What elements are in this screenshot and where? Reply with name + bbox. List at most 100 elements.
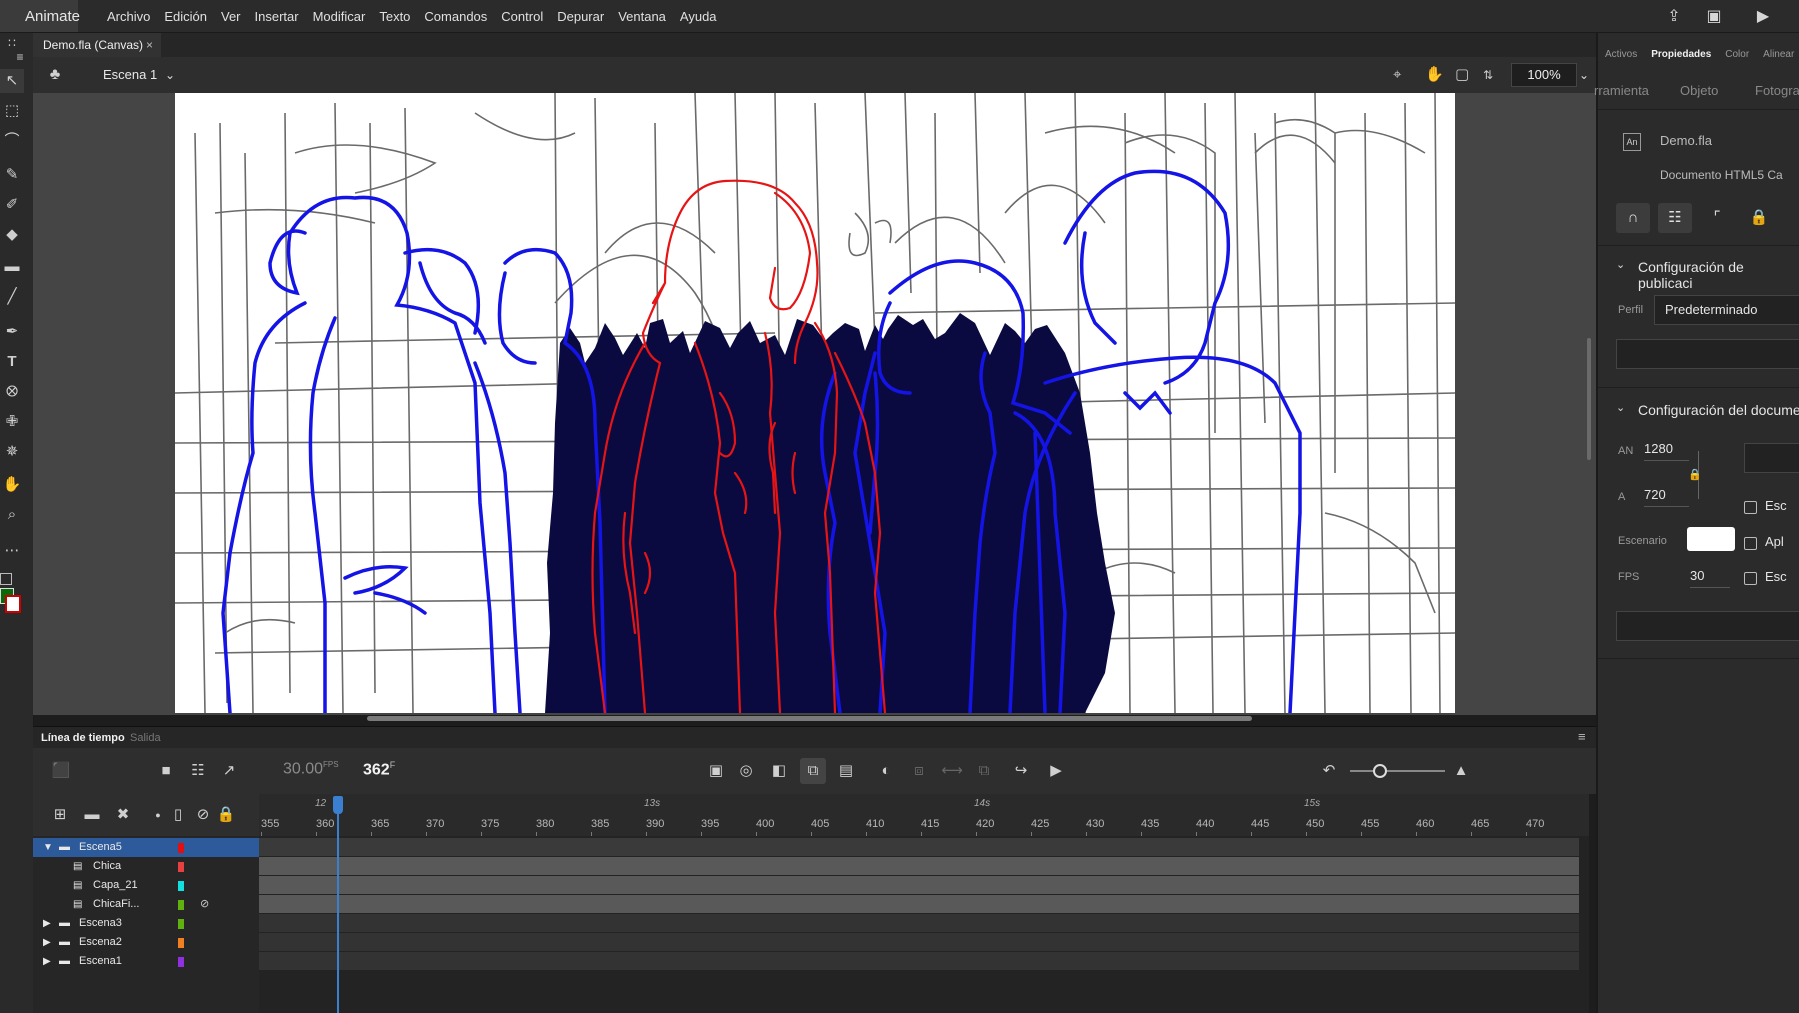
layer-color-swatch[interactable]	[178, 881, 184, 891]
layer-row-capa21[interactable]: ▤ Capa_21	[33, 876, 259, 895]
chevron-down-icon[interactable]: ⌄	[1616, 401, 1625, 414]
lock-layer-icon[interactable]: 🔒	[213, 802, 239, 828]
zoom-level[interactable]: 100%	[1511, 63, 1577, 87]
layer-row-escena2[interactable]: ▶ ▬ Escena2	[33, 933, 259, 952]
panel-menu-icon[interactable]: ≡	[1578, 729, 1586, 744]
rulers-icon[interactable]: ⌜	[1700, 203, 1734, 233]
publish-settings-title[interactable]: Configuración de publicaci	[1638, 259, 1799, 291]
outline-layer-icon[interactable]: ▯	[165, 802, 191, 828]
menu-depurar[interactable]: Depurar	[550, 0, 611, 32]
close-tab-icon[interactable]: ×	[146, 33, 153, 58]
paint-brush-icon[interactable]: ✐	[0, 193, 24, 217]
document-tab[interactable]: Demo.fla (Canvas)	[33, 33, 161, 57]
tab-propiedades[interactable]: Propiedades	[1644, 45, 1718, 65]
profile-dropdown[interactable]: Predeterminado	[1654, 295, 1799, 325]
current-frame-readout[interactable]: 362F	[363, 760, 395, 779]
layers-icon[interactable]: ⬛	[48, 758, 74, 784]
scene-name[interactable]: Escena 1	[103, 57, 157, 93]
tab-color[interactable]: Color	[1718, 45, 1756, 65]
insert-keyframe-icon[interactable]: ▣	[703, 758, 729, 784]
publish-settings-button[interactable]	[1616, 339, 1799, 369]
zoom-icon[interactable]: ⌕	[0, 503, 24, 527]
layer-row-chicafi[interactable]: ▤ ChicaFi... ⊘	[33, 895, 259, 914]
expand-arrow-icon[interactable]: ▼	[43, 838, 53, 857]
menu-archivo[interactable]: Archivo	[100, 0, 157, 32]
menu-comandos[interactable]: Comandos	[417, 0, 494, 32]
scale-input[interactable]	[1744, 443, 1799, 473]
center-stage-icon[interactable]: ⌖	[1393, 63, 1415, 87]
fit-timeline-icon[interactable]: ▲	[1448, 758, 1474, 784]
motion-tween-icon[interactable]: ⧉	[971, 758, 997, 784]
horizontal-scrollbar[interactable]	[367, 716, 1252, 721]
snap-icon[interactable]: ∩	[1616, 203, 1650, 233]
frames-grid[interactable]	[259, 836, 1589, 1013]
zoom-stepper-icon[interactable]: ⇅	[1483, 63, 1499, 87]
collapse-arrow-icon[interactable]: ▶	[43, 952, 51, 971]
menu-icon[interactable]: ≡	[8, 45, 32, 69]
menu-ayuda[interactable]: Ayuda	[673, 0, 724, 32]
new-folder-icon[interactable]: ▬	[79, 802, 105, 828]
fps-field[interactable]: 30	[1690, 568, 1730, 588]
clip-content-icon[interactable]: ▢	[1455, 63, 1477, 87]
hidden-eye-icon[interactable]: ⊘	[200, 895, 209, 914]
guides-icon[interactable]: ☷	[1658, 203, 1692, 233]
frame-row-escena2[interactable]	[259, 933, 1579, 951]
checkbox-escalar-2[interactable]	[1744, 572, 1757, 585]
layer-row-escena5[interactable]: ▼ ▬ Escena5	[33, 838, 259, 857]
classic-tween-icon[interactable]: ⧈	[906, 758, 932, 784]
insert-blank-keyframe-icon[interactable]: ◎	[733, 758, 759, 784]
undo-icon[interactable]: ↶	[1316, 758, 1342, 784]
timeline-zoom-slider-track[interactable]	[1350, 770, 1445, 772]
frame-row-escena5[interactable]	[259, 838, 1579, 856]
eyedropper-icon[interactable]: ✙	[0, 410, 24, 434]
subtab-herramienta[interactable]: rramienta	[1594, 73, 1649, 109]
frame-row-chicafi[interactable]	[259, 895, 1579, 913]
frame-row-chica[interactable]	[259, 857, 1579, 875]
tween-icon[interactable]: ◐	[873, 758, 899, 784]
loop-icon[interactable]: ↪	[1008, 758, 1034, 784]
play-icon[interactable]: ▶	[1043, 758, 1069, 784]
line-icon[interactable]: ╱	[0, 285, 24, 309]
tab-output[interactable]: Salida	[130, 727, 161, 749]
height-field[interactable]: 720	[1644, 487, 1689, 507]
menu-ventana[interactable]: Ventana	[611, 0, 673, 32]
layer-color-swatch[interactable]	[178, 938, 184, 948]
clear-keyframe-icon[interactable]: ▤	[833, 758, 859, 784]
tab-alinear[interactable]: Alinear	[1756, 45, 1799, 65]
text-tool-icon[interactable]: T	[0, 350, 24, 374]
collapse-arrow-icon[interactable]: ▶	[43, 914, 51, 933]
lasso-icon[interactable]: ⌒	[0, 129, 24, 153]
document-settings-title[interactable]: Configuración del docume	[1638, 402, 1799, 418]
tab-activos[interactable]: Activos	[1598, 45, 1644, 65]
fill-color-swatch[interactable]	[5, 595, 21, 613]
menu-ver[interactable]: Ver	[214, 0, 248, 32]
frame-row-escena1[interactable]	[259, 952, 1579, 970]
subtab-objeto[interactable]: Objeto	[1680, 73, 1718, 109]
vertical-scrollbar[interactable]	[1587, 338, 1591, 460]
more-settings-button[interactable]	[1616, 611, 1799, 641]
insert-frame-icon[interactable]: ◧	[766, 758, 792, 784]
layer-row-escena3[interactable]: ▶ ▬ Escena3	[33, 914, 259, 933]
menu-edicion[interactable]: Edición	[157, 0, 214, 32]
playhead-handle[interactable]	[333, 796, 343, 814]
collapse-arrow-icon[interactable]: ▶	[43, 933, 51, 952]
layer-color-swatch[interactable]	[178, 862, 184, 872]
layer-color-swatch[interactable]	[178, 900, 184, 910]
layer-parenting-icon[interactable]: ☷	[185, 758, 211, 784]
onion-skin-icon[interactable]: ⧉	[800, 758, 826, 784]
timeline-zoom-slider-thumb[interactable]	[1373, 764, 1387, 778]
tab-timeline[interactable]: Línea de tiempo	[41, 727, 125, 749]
chevron-down-icon[interactable]: ⌄	[165, 63, 185, 87]
layer-row-chica[interactable]: ▤ Chica	[33, 857, 259, 876]
frame-row-capa21[interactable]	[259, 876, 1579, 894]
pin-icon[interactable]: ✵	[0, 440, 24, 464]
paint-bucket-icon[interactable]: ⭙	[0, 380, 24, 404]
graph-icon[interactable]: ↗	[216, 758, 242, 784]
brush-icon[interactable]: ✎	[0, 163, 24, 187]
new-layer-icon[interactable]: ⊞	[47, 802, 73, 828]
camera-icon[interactable]: ■	[153, 758, 179, 784]
play-circle-icon[interactable]: ▶	[1752, 6, 1774, 28]
frame-ruler[interactable]: 12 13s 14s 15s 355 360 365 370 375 380 385 390 3…	[259, 794, 1589, 836]
default-colors-icon[interactable]	[0, 573, 12, 585]
eraser-icon[interactable]: ◆	[0, 223, 24, 247]
